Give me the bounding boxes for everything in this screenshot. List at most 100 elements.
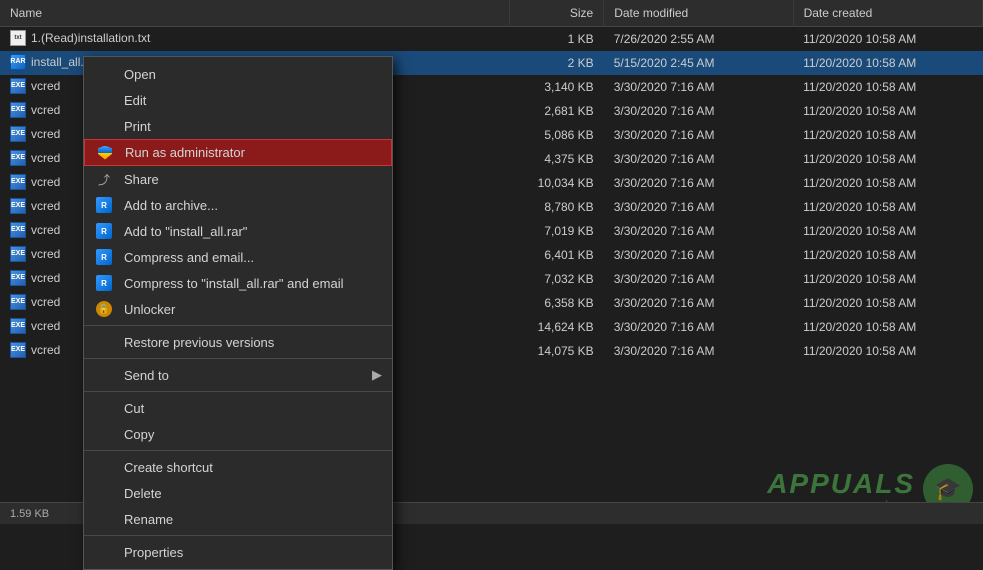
exe-icon: EXE (10, 78, 26, 94)
file-size: 10,034 KB (509, 171, 604, 195)
menu-item-label: Unlocker (124, 302, 175, 317)
watermark-icon: 🎓 (934, 476, 961, 502)
file-size: 3,140 KB (509, 75, 604, 99)
col-size-header[interactable]: Size (509, 0, 604, 27)
menu-item-label: Run as administrator (125, 145, 245, 160)
file-size: 8,780 KB (509, 195, 604, 219)
context-menu-item-share[interactable]: ⤴ Share (84, 166, 392, 192)
exe-icon: EXE (10, 294, 26, 310)
exe-icon: EXE (10, 270, 26, 286)
context-menu-item-edit[interactable]: Edit (84, 87, 392, 113)
col-name-header[interactable]: Name (0, 0, 509, 27)
exe-icon: EXE (10, 102, 26, 118)
table-row[interactable]: txt1.(Read)installation.txt 1 KB 7/26/20… (0, 27, 983, 51)
menu-item-label: Rename (124, 512, 173, 527)
file-created: 11/20/2020 10:58 AM (793, 315, 982, 339)
context-menu-item-compress-install-email[interactable]: RCompress to "install_all.rar" and email (84, 270, 392, 296)
file-created: 11/20/2020 10:58 AM (793, 51, 982, 75)
file-created: 11/20/2020 10:58 AM (793, 99, 982, 123)
context-menu-item-copy[interactable]: Copy (84, 421, 392, 447)
exe-icon: EXE (10, 174, 26, 190)
menu-item-label: Compress to "install_all.rar" and email (124, 276, 343, 291)
col-modified-header[interactable]: Date modified (604, 0, 793, 27)
context-menu-item-compress-email[interactable]: R Compress and email... (84, 244, 392, 270)
menu-item-label: Print (124, 119, 151, 134)
menu-item-label: Edit (124, 93, 146, 108)
file-modified: 5/15/2020 2:45 AM (604, 51, 793, 75)
file-created: 11/20/2020 10:58 AM (793, 219, 982, 243)
file-modified: 3/30/2020 7:16 AM (604, 99, 793, 123)
file-modified: 3/30/2020 7:16 AM (604, 219, 793, 243)
exe-icon: EXE (10, 198, 26, 214)
menu-item-label: Compress and email... (124, 250, 254, 265)
context-menu-item-open[interactable]: Open (84, 61, 392, 87)
txt-icon: txt (10, 30, 26, 46)
context-menu-item-properties[interactable]: Properties (84, 539, 392, 565)
file-size: 6,401 KB (509, 243, 604, 267)
file-size: 14,075 KB (509, 339, 604, 363)
bottom-bar-text: 1.59 KB (10, 508, 49, 520)
winrar-icon: R (94, 247, 114, 267)
file-size: 4,375 KB (509, 147, 604, 171)
file-size: 6,358 KB (509, 291, 604, 315)
file-modified: 3/30/2020 7:16 AM (604, 315, 793, 339)
watermark-brand: APPUALS (767, 468, 915, 500)
file-size: 7,032 KB (509, 267, 604, 291)
rar-icon: RAR (10, 54, 26, 70)
file-created: 11/20/2020 10:58 AM (793, 147, 982, 171)
context-menu-item-delete[interactable]: Delete (84, 480, 392, 506)
winrar-icon: R (94, 195, 114, 215)
menu-item-label: Copy (124, 427, 154, 442)
col-created-header[interactable]: Date created (793, 0, 982, 27)
file-size: 2 KB (509, 51, 604, 75)
context-menu-item-unlocker[interactable]: 🔓 Unlocker (84, 296, 392, 322)
context-menu-item-add-install-rar[interactable]: RAdd to "install_all.rar" (84, 218, 392, 244)
file-name: txt1.(Read)installation.txt (0, 27, 509, 51)
menu-separator (84, 358, 392, 359)
file-size: 5,086 KB (509, 123, 604, 147)
exe-icon: EXE (10, 222, 26, 238)
exe-icon: EXE (10, 342, 26, 358)
file-created: 11/20/2020 10:58 AM (793, 195, 982, 219)
context-menu-item-send-to[interactable]: Send to ▶ (84, 362, 392, 388)
file-size: 1 KB (509, 27, 604, 51)
menu-separator (84, 391, 392, 392)
file-modified: 7/26/2020 2:55 AM (604, 27, 793, 51)
context-menu-item-print[interactable]: Print (84, 113, 392, 139)
menu-separator (84, 325, 392, 326)
context-menu-item-restore-versions[interactable]: Restore previous versions (84, 329, 392, 355)
file-created: 11/20/2020 10:58 AM (793, 171, 982, 195)
menu-item-label: Properties (124, 545, 183, 560)
menu-item-label: Add to "install_all.rar" (124, 224, 247, 239)
menu-item-label: Share (124, 172, 159, 187)
file-created: 11/20/2020 10:58 AM (793, 291, 982, 315)
file-size: 2,681 KB (509, 99, 604, 123)
menu-separator (84, 535, 392, 536)
context-menu-item-add-archive[interactable]: RAdd to archive... (84, 192, 392, 218)
file-modified: 3/30/2020 7:16 AM (604, 195, 793, 219)
file-size: 14,624 KB (509, 315, 604, 339)
context-menu-item-create-shortcut[interactable]: Create shortcut (84, 454, 392, 480)
file-created: 11/20/2020 10:58 AM (793, 339, 982, 363)
file-modified: 3/30/2020 7:16 AM (604, 171, 793, 195)
file-modified: 3/30/2020 7:16 AM (604, 75, 793, 99)
menu-item-label: Create shortcut (124, 460, 213, 475)
context-menu-item-rename[interactable]: Rename (84, 506, 392, 532)
file-size: 7,019 KB (509, 219, 604, 243)
file-modified: 3/30/2020 7:16 AM (604, 291, 793, 315)
exe-icon: EXE (10, 150, 26, 166)
context-menu-item-cut[interactable]: Cut (84, 395, 392, 421)
file-modified: 3/30/2020 7:16 AM (604, 147, 793, 171)
file-created: 11/20/2020 10:58 AM (793, 123, 982, 147)
file-modified: 3/30/2020 7:16 AM (604, 339, 793, 363)
submenu-arrow-icon: ▶ (372, 367, 382, 383)
menu-item-label: Send to (124, 368, 169, 383)
unlocker-icon: 🔓 (94, 299, 114, 319)
exe-icon: EXE (10, 318, 26, 334)
context-menu-item-run-as-admin[interactable]: Run as administrator (84, 139, 392, 166)
context-menu: Open Edit Print Run as administrator ⤴ Share R… (83, 56, 393, 570)
file-created: 11/20/2020 10:58 AM (793, 243, 982, 267)
share-icon: ⤴ (94, 169, 114, 189)
shield-icon (95, 143, 115, 163)
file-modified: 3/30/2020 7:16 AM (604, 267, 793, 291)
